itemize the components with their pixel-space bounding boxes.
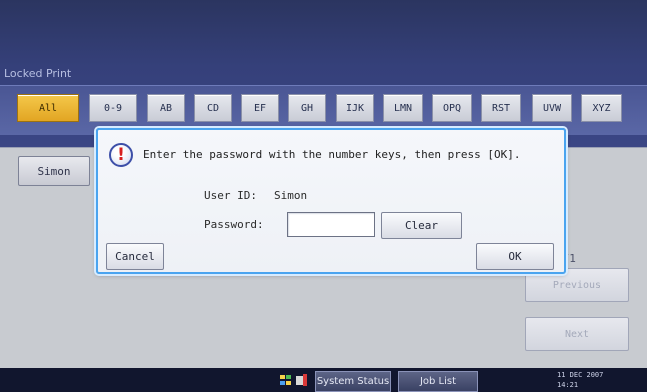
password-label: Password: xyxy=(204,218,264,231)
password-overlay: ! Enter the password with the number key… xyxy=(0,0,647,392)
dialog-message: Enter the password with the number keys,… xyxy=(143,148,521,161)
user-id-value: Simon xyxy=(274,189,308,202)
user-id-label: User ID: xyxy=(204,189,257,202)
exclamation-icon: ! xyxy=(109,143,133,167)
password-input[interactable] xyxy=(287,212,375,237)
ok-button[interactable]: OK xyxy=(476,243,554,270)
clear-button[interactable]: Clear xyxy=(381,212,462,239)
cancel-button[interactable]: Cancel xyxy=(106,243,164,270)
